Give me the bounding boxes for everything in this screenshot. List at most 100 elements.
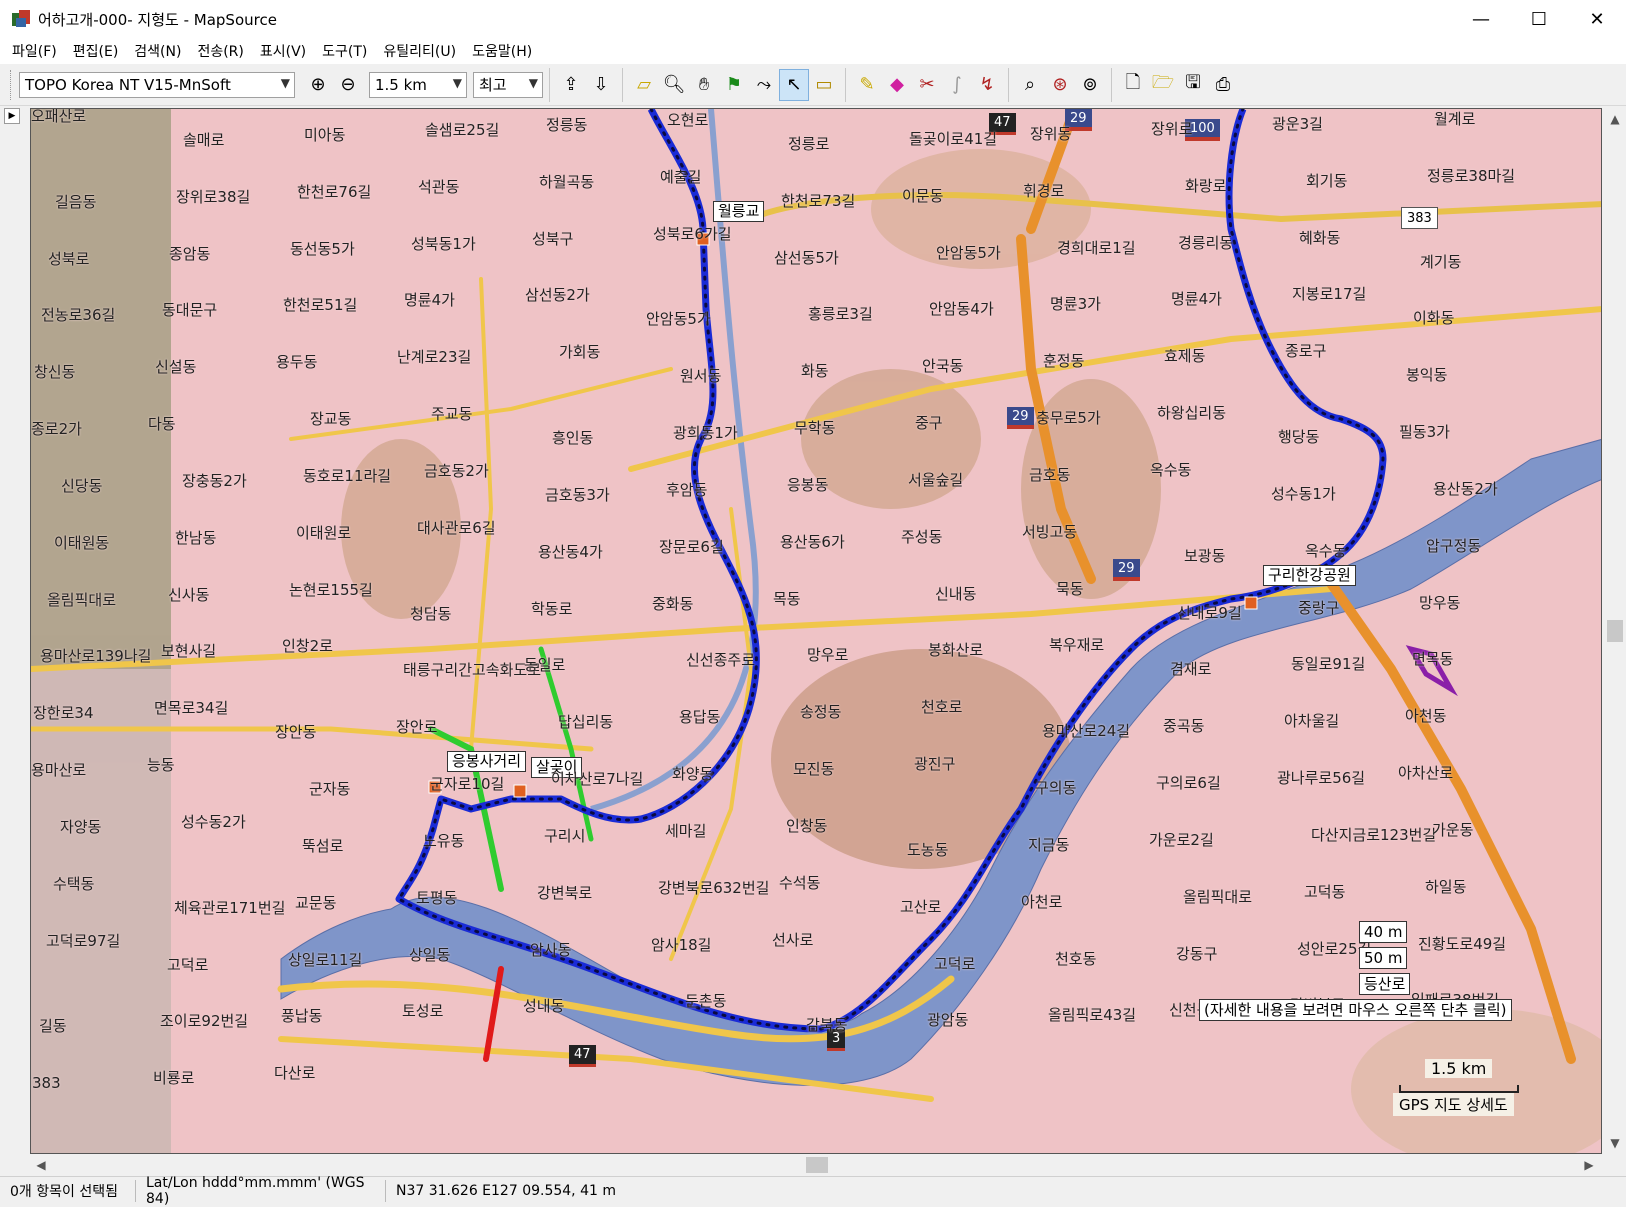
map-place-label: 보현사길 [161, 642, 217, 661]
hand-tool-button[interactable]: ✋︎ [689, 69, 719, 101]
zoom-scale-value: 1.5 km [375, 75, 427, 94]
map-place-label: 미아동 [304, 126, 346, 144]
poi-label-eungbongsa[interactable]: 응봉사거리 [447, 751, 527, 772]
map-place-label: 용마산로139나길 [40, 647, 152, 666]
find-nearest-button[interactable]: ⊛ [1045, 69, 1075, 101]
measure-tool-button[interactable]: ▭ [809, 69, 839, 101]
map-hint-tooltip: (자세한 내용을 보려면 마우스 오른쪽 단추 클릭) [1199, 999, 1512, 1021]
menu-help[interactable]: 도움말(H) [464, 41, 540, 61]
scroll-right-button[interactable]: ▶ [1578, 1154, 1600, 1176]
map-place-label: 후암동 [666, 480, 708, 499]
map-place-label: 목동 [773, 589, 801, 608]
menu-transfer[interactable]: 전송(R) [189, 41, 251, 61]
scroll-up-button[interactable]: ▲ [1604, 108, 1626, 130]
menu-utility[interactable]: 유틸리티(U) [375, 41, 464, 61]
map-place-label: 가운동 [1432, 820, 1474, 839]
new-file-button[interactable]: 🗋︎ [1118, 69, 1148, 101]
map-product-select[interactable]: TOPO Korea NT V15-MnSoft ▼ [19, 71, 295, 98]
map-place-label: 예출길 [660, 167, 702, 186]
poi-label-guri-hangang-park[interactable]: 구리한강공원 [1263, 565, 1356, 586]
find-icon: ⌕ [1024, 74, 1036, 95]
map-place-label: 창신동 [34, 363, 76, 382]
map-place-label: 동선동5가 [290, 239, 355, 258]
detail-level-select[interactable]: 최고 ▼ [473, 71, 543, 98]
zoom-out-button[interactable]: ⊖ [333, 69, 363, 101]
poi-label-wolleunggyo[interactable]: 월릉교 [713, 201, 765, 222]
map-place-label: 석관동 [418, 177, 460, 196]
new-file-icon: 🗋︎ [1125, 71, 1141, 93]
scroll-left-button[interactable]: ◀ [30, 1154, 52, 1176]
minimize-button[interactable]: — [1452, 0, 1510, 38]
map-place-label: 감북동 [806, 1016, 848, 1035]
map-place-label: 안암동5가 [646, 310, 711, 329]
route-calc-icon: ↯ [979, 74, 995, 95]
send-to-device-button[interactable]: ⇩ [586, 69, 616, 101]
print-icon: ⎙ [1215, 74, 1231, 95]
route-calc-button[interactable]: ↯ [972, 69, 1002, 101]
select-region-button[interactable]: ▱ [629, 69, 659, 101]
map-place-label: 태릉구리간고속화도로 [403, 661, 542, 680]
map-place-label: 오현로 [667, 111, 709, 129]
menu-edit[interactable]: 편집(E) [65, 41, 127, 61]
vertical-scroll-thumb[interactable] [1607, 620, 1623, 642]
open-file-button[interactable]: 🗁︎ [1148, 69, 1178, 101]
map-place-label: 광운3길 [1272, 115, 1323, 133]
menu-file[interactable]: 파일(F) [4, 41, 65, 61]
close-button[interactable]: ✕ [1568, 0, 1626, 38]
map-place-label: 고덕동 [1304, 882, 1346, 901]
maximize-button[interactable]: ☐ [1510, 0, 1568, 38]
map-place-label: 명륜4가 [404, 291, 455, 310]
save-file-button[interactable]: 🖫︎ [1178, 69, 1208, 101]
vertical-scrollbar[interactable]: ▲ ▼ [1604, 108, 1626, 1154]
map-view[interactable]: 월릉교 구리한강공원 응봉사거리 살곶이 47 29 100 29 29 383… [30, 108, 1602, 1154]
find-button[interactable]: ⌕ [1015, 69, 1045, 101]
map-place-label: 성북로 [48, 249, 90, 268]
chevron-up-icon: ▲ [1610, 112, 1620, 126]
expand-panel-button[interactable]: ▶ [4, 108, 20, 124]
chevron-left-icon: ◀ [36, 1158, 46, 1172]
menu-view[interactable]: 표시(V) [252, 41, 314, 61]
map-place-label: 도농동 [907, 840, 949, 859]
map-place-label: 성북로6가길 [653, 224, 732, 243]
zoom-tool-button[interactable]: 🔍︎ [659, 69, 689, 101]
zoom-scale-select[interactable]: 1.5 km ▼ [369, 71, 467, 98]
track-join-button[interactable]: ∫ [942, 69, 972, 101]
eraser-button[interactable]: ◆ [882, 69, 912, 101]
map-place-label: 수택동 [53, 874, 95, 893]
print-button[interactable]: ⎙ [1208, 69, 1238, 101]
track-split-button[interactable]: ✂ [912, 69, 942, 101]
map-place-label: 화양동 [672, 765, 714, 784]
toolbar: TOPO Korea NT V15-MnSoft ▼ ⊕ ⊖ 1.5 km ▼ … [0, 64, 1626, 106]
map-place-label: 능동 [147, 756, 175, 775]
mapsource-app-icon [12, 10, 30, 28]
map-place-label: 묵동 [1056, 579, 1084, 598]
map-place-label: 구의로6길 [1156, 774, 1221, 793]
selection-tool-button[interactable]: ↖ [779, 68, 809, 101]
receive-from-device-button[interactable]: ⇪ [556, 69, 586, 101]
map-place-label: 가운로2길 [1149, 830, 1214, 849]
track-draw-button[interactable]: ✎ [852, 69, 882, 101]
horizontal-scroll-thumb[interactable] [806, 1157, 828, 1173]
map-place-label: 지금동 [1028, 835, 1070, 854]
map-place-label: 충무로5가 [1036, 409, 1101, 428]
map-place-label: 정릉로 [788, 135, 830, 153]
map-place-label: 청담동 [410, 604, 452, 623]
map-place-label: 천호로 [921, 698, 963, 717]
route-tool-button[interactable]: ⤳ [749, 69, 779, 101]
map-place-label: 면목로34길 [154, 699, 229, 718]
map-place-label: 성내동 [523, 997, 565, 1016]
map-place-label: 용산동2가 [1433, 479, 1498, 498]
map-place-label: 대사관로6길 [417, 518, 496, 537]
toolbar-grip[interactable] [10, 69, 13, 100]
menu-tools[interactable]: 도구(T) [314, 41, 375, 61]
scroll-down-button[interactable]: ▼ [1604, 1132, 1626, 1154]
map-place-label: 전농로36길 [41, 306, 116, 325]
map-place-label: 다동 [148, 415, 176, 434]
horizontal-scrollbar[interactable]: ◀ ▶ [0, 1154, 1604, 1176]
track-split-icon: ✂ [919, 74, 935, 95]
find-places-button[interactable]: ⊚ [1075, 69, 1105, 101]
zoom-in-button[interactable]: ⊕ [303, 69, 333, 101]
menu-search[interactable]: 검색(N) [126, 41, 189, 61]
waypoint-tool-button[interactable]: ⚑ [719, 69, 749, 101]
map-place-label: 용두동 [276, 353, 318, 372]
